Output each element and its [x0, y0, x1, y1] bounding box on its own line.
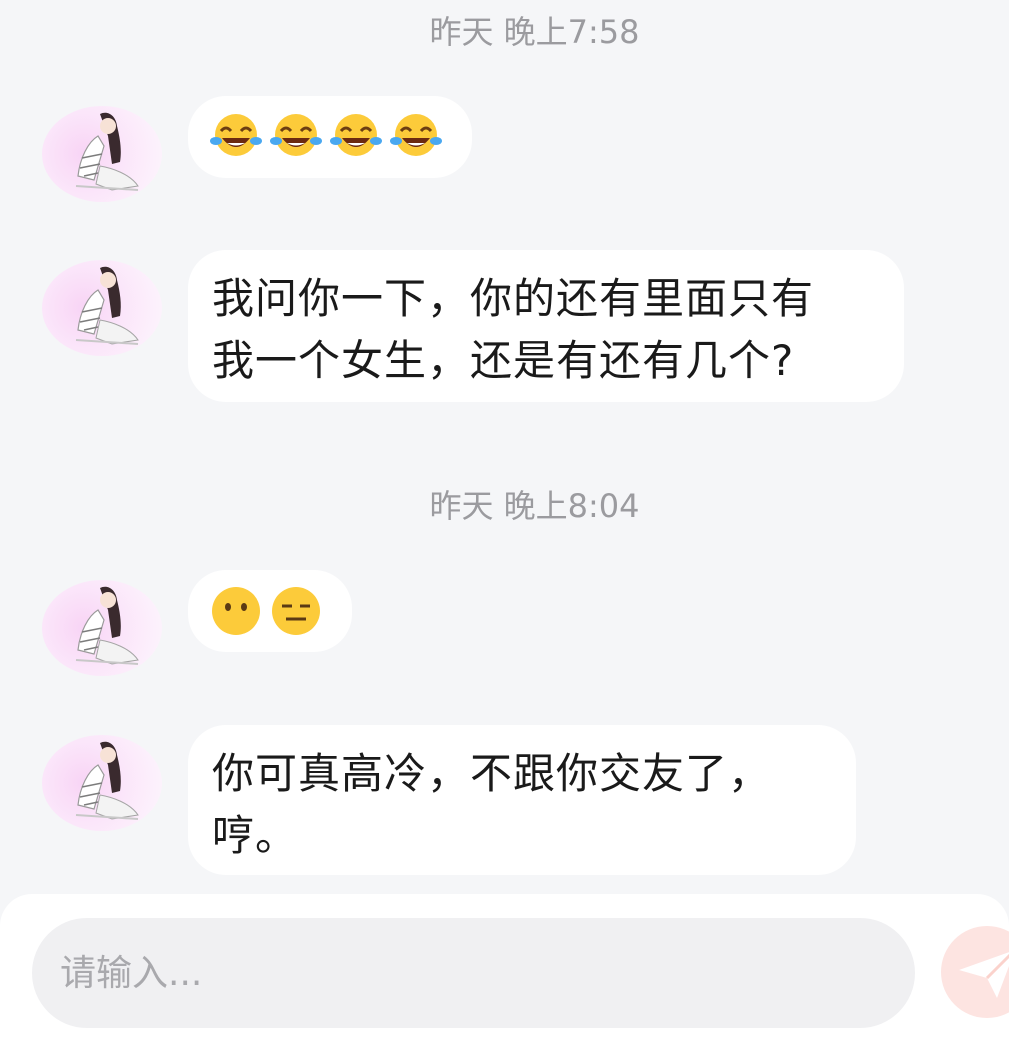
text-message-bubble[interactable]: 我问你一下，你的还有里面只有 我一个女生，还是有还有几个? — [188, 250, 904, 402]
avatar-image — [75, 266, 139, 345]
avatar[interactable] — [42, 735, 162, 831]
input-bar — [0, 894, 1009, 1042]
message-line: 你可真高冷，不跟你交友了， — [212, 749, 772, 798]
avatar-image — [75, 741, 139, 820]
message-input[interactable] — [32, 918, 915, 1028]
avatar[interactable] — [42, 106, 162, 202]
face-without-mouth-emoji-icon — [212, 587, 260, 635]
timestamp: 昨天 晚上7:58 — [429, 13, 640, 51]
timestamp: 昨天 晚上8:04 — [429, 487, 640, 525]
message-text: 你可真高冷，不跟你交友了， 哼。 — [188, 725, 856, 887]
message-text: 我问你一下，你的还有里面只有 我一个女生，还是有还有几个? — [188, 250, 904, 412]
tears-of-joy-emoji-icon — [330, 114, 382, 156]
chat-message-list[interactable]: 昨天 晚上7:58 我问你一下，你的还有里面只有 我一个女生，还是有还有几个? … — [0, 0, 1009, 894]
avatar-image — [75, 112, 139, 191]
text-message-bubble[interactable]: 你可真高冷，不跟你交友了， 哼。 — [188, 725, 856, 875]
emoji-message-bubble[interactable] — [188, 570, 352, 652]
emoji-message-bubble[interactable] — [188, 96, 472, 178]
avatar[interactable] — [42, 580, 162, 676]
tears-of-joy-emoji-icon — [270, 114, 322, 156]
message-line: 我问你一下，你的还有里面只有 — [212, 274, 815, 323]
avatar[interactable] — [42, 260, 162, 356]
expressionless-face-emoji-icon — [272, 587, 320, 635]
avatar-image — [75, 586, 139, 665]
tears-of-joy-emoji-icon — [210, 114, 262, 156]
tears-of-joy-emoji-icon — [390, 114, 442, 156]
message-line: 我一个女生，还是有还有几个? — [212, 336, 795, 385]
message-line: 哼。 — [212, 811, 299, 860]
